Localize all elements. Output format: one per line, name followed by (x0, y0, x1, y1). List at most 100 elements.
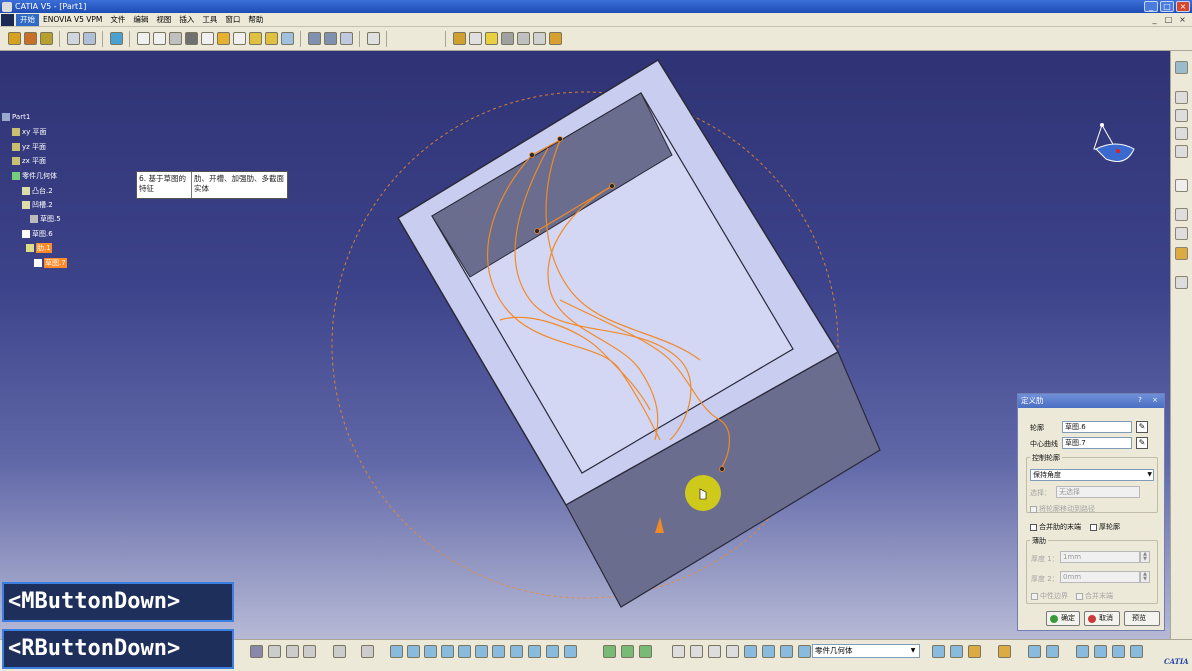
plane-icon[interactable] (426, 32, 439, 45)
properties-icon[interactable] (726, 645, 739, 658)
sketch-tool-icon[interactable] (1175, 91, 1188, 104)
shading-icon[interactable] (528, 645, 541, 658)
shaft-icon[interactable] (40, 32, 53, 45)
tree-node-pocket[interactable]: 凹槽.2 (22, 200, 53, 210)
pocket-icon[interactable] (24, 32, 37, 45)
print-icon[interactable] (333, 645, 346, 658)
curvature-analysis-icon[interactable] (639, 645, 652, 658)
rotate-view-icon[interactable] (441, 645, 454, 658)
selection-field[interactable]: 无选择 (1056, 486, 1140, 498)
thick-profile-checkbox[interactable] (1090, 523, 1097, 531)
chevron-down-icon[interactable]: ▼ (1147, 470, 1152, 480)
point-icon[interactable] (394, 32, 407, 45)
dialog-close-button[interactable]: × (1149, 395, 1161, 406)
tree-node-xy-plane[interactable]: xy 平面 (12, 127, 47, 137)
formula-icon[interactable] (1175, 276, 1188, 289)
hand-tool-icon[interactable] (690, 645, 703, 658)
menu-window[interactable]: 窗口 (221, 14, 244, 26)
select-arrow-icon[interactable] (1175, 179, 1188, 192)
measure-icon[interactable] (1175, 208, 1188, 221)
axis-system-icon[interactable] (367, 32, 380, 45)
sketcher-icon[interactable] (1175, 61, 1188, 74)
constraint-icon[interactable] (308, 32, 321, 45)
define-in-work-object-icon[interactable] (968, 645, 981, 658)
fit-all-icon[interactable] (407, 645, 420, 658)
doc-minimize-button[interactable]: _ (1149, 14, 1160, 25)
translate-icon[interactable] (517, 32, 530, 45)
close-surface-icon[interactable] (485, 32, 498, 45)
thickness2-stepper[interactable]: ▲ ▼ (1140, 571, 1150, 583)
edit-sketch-icon[interactable]: ✎ (1136, 437, 1148, 449)
maximize-button[interactable]: □ (1160, 1, 1174, 12)
thickness1-field[interactable]: 1mm (1060, 551, 1140, 563)
sketch-tool-icon[interactable] (1175, 145, 1188, 158)
chevron-down-icon[interactable]: ▼ (908, 646, 918, 656)
rule-icon[interactable] (1094, 645, 1107, 658)
instantiate-icon[interactable] (1046, 645, 1059, 658)
part-geometry[interactable] (0, 51, 1170, 639)
apply-material-icon[interactable] (1175, 247, 1188, 260)
isometric-view-icon[interactable] (510, 645, 523, 658)
thickness1-stepper[interactable]: ▲ ▼ (1140, 551, 1150, 563)
menu-file[interactable]: 文件 (106, 14, 129, 26)
draft-icon[interactable] (249, 32, 262, 45)
thick-profile-option[interactable]: 厚轮廓 (1090, 522, 1120, 532)
thickness-icon[interactable] (281, 32, 294, 45)
knowledge-icon[interactable] (1076, 645, 1089, 658)
body-icon[interactable] (67, 32, 80, 45)
fillet-icon[interactable] (217, 32, 230, 45)
edit-sketch-icon[interactable]: ✎ (1136, 421, 1148, 433)
neutral-fiber-checkbox[interactable] (1031, 592, 1038, 600)
merge-end-option[interactable]: 合并末端 (1076, 591, 1113, 601)
check-icon[interactable] (1112, 645, 1125, 658)
neutral-fiber-option[interactable]: 中性边界 (1031, 591, 1068, 601)
split-icon[interactable] (453, 32, 466, 45)
formula-icon[interactable] (762, 645, 775, 658)
move-profile-checkbox[interactable] (1030, 505, 1037, 513)
shell-icon[interactable] (265, 32, 278, 45)
doc-close-button[interactable]: × (1177, 14, 1188, 25)
tree-node-sketch-6[interactable]: 草图.6 (22, 229, 53, 239)
merge-end-checkbox[interactable] (1076, 592, 1083, 600)
thickness2-field[interactable]: 0mm (1060, 571, 1140, 583)
dialog-help-button[interactable]: ? (1134, 395, 1146, 406)
normal-view-icon[interactable] (492, 645, 505, 658)
parameters-icon[interactable] (744, 645, 757, 658)
catia-menu-icon[interactable] (1, 13, 14, 26)
tree-node-body[interactable]: 零件几何体 (12, 171, 57, 181)
doc-restore-button[interactable]: □ (1163, 14, 1174, 25)
layer-icon[interactable] (303, 645, 316, 658)
analysis-icon[interactable] (603, 645, 616, 658)
menu-tools[interactable]: 工具 (198, 14, 221, 26)
slot-icon[interactable] (153, 32, 166, 45)
sketch-tool-icon[interactable] (1175, 127, 1188, 140)
ok-button[interactable]: 确定 (1046, 611, 1080, 626)
compass-icon[interactable] (1086, 119, 1136, 167)
update-icon[interactable] (250, 645, 263, 658)
control-mode-select[interactable]: 保持角度 ▼ (1030, 469, 1154, 481)
tree-icon[interactable] (268, 645, 281, 658)
apply-material-icon[interactable] (549, 32, 562, 45)
capture-icon[interactable] (361, 645, 374, 658)
profile-field[interactable]: 草图.6 (1062, 421, 1132, 433)
menu-start[interactable]: 开始 (16, 13, 39, 26)
boolean-icon[interactable] (83, 32, 96, 45)
law-icon[interactable] (780, 645, 793, 658)
scan-icon[interactable] (950, 645, 963, 658)
menu-view[interactable]: 视图 (152, 14, 175, 26)
design-table-icon[interactable] (798, 645, 811, 658)
tree-node-yz-plane[interactable]: yz 平面 (12, 142, 46, 152)
cancel-button[interactable]: 取消 (1084, 611, 1120, 626)
tree-node-sketch-7[interactable]: 草图.7 (34, 258, 67, 268)
tree-node-pad[interactable]: 凸台.2 (22, 186, 53, 196)
tree-node-rib[interactable]: 肋.1 (26, 243, 52, 253)
menu-insert[interactable]: 插入 (175, 14, 198, 26)
removed-multi-section-icon[interactable] (201, 32, 214, 45)
reorder-icon[interactable] (932, 645, 945, 658)
zoom-out-icon[interactable] (475, 645, 488, 658)
rotate-icon[interactable] (533, 32, 546, 45)
apply-material-icon[interactable] (998, 645, 1011, 658)
sketch-tool-icon[interactable] (1175, 109, 1188, 122)
dimension-icon[interactable] (324, 32, 337, 45)
merge-ends-option[interactable]: 合并肋的末端 (1030, 522, 1081, 532)
